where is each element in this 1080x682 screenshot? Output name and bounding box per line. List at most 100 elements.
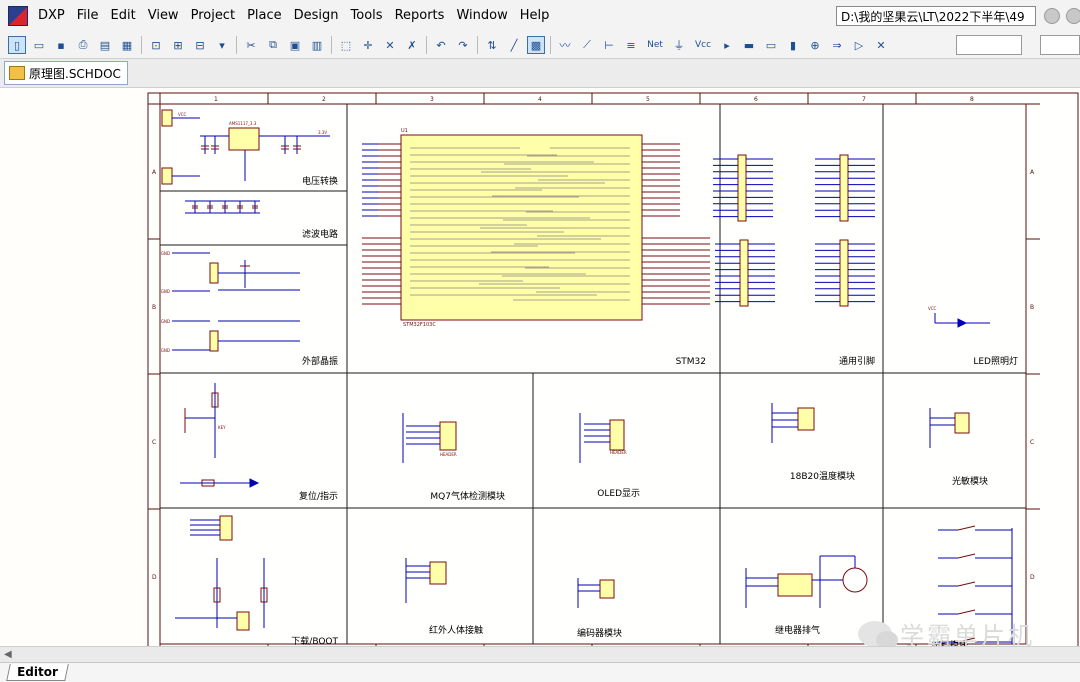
zone-number: 8	[970, 96, 974, 103]
sheet-entry-icon[interactable]: ▭	[762, 36, 780, 54]
browse-library-icon[interactable]: ▩	[527, 36, 545, 54]
menu-project[interactable]: Project	[185, 0, 241, 32]
pir-header	[429, 561, 447, 585]
cut-icon[interactable]: ✂	[242, 36, 260, 54]
bottom-tab-bar: Editor	[0, 662, 1080, 682]
bus-icon[interactable]: ⟋	[578, 36, 596, 54]
zoom-select-icon[interactable]: ⊟	[191, 36, 209, 54]
section-label-oled: OLED显示	[597, 488, 640, 499]
copy-icon[interactable]: ⧉	[264, 36, 282, 54]
gpio-header-3	[839, 239, 849, 307]
clear-filter-icon[interactable]: ✗	[403, 36, 421, 54]
net-label-text-icon[interactable]: Net	[644, 36, 666, 54]
toolbar-separator	[141, 36, 142, 54]
filter-combo[interactable]	[956, 35, 1022, 55]
dxp-logo-icon	[8, 6, 28, 26]
toolbar-separator	[331, 36, 332, 54]
vcc-port-icon[interactable]: Vcc	[692, 36, 714, 54]
oled-header-label: HEADER	[610, 450, 627, 455]
mq7-header-label: HEADER	[440, 452, 457, 457]
wire-icon[interactable]: 〰	[556, 36, 574, 54]
move-icon[interactable]: ✛	[359, 36, 377, 54]
zoom-fit-icon[interactable]: ⊡	[147, 36, 165, 54]
place-part-icon[interactable]: ▸	[718, 36, 736, 54]
paste-icon[interactable]: ▣	[286, 36, 304, 54]
undo-icon[interactable]: ↶	[432, 36, 450, 54]
sheet-symbol-icon[interactable]: ▬	[740, 36, 758, 54]
print-icon[interactable]: ⎙	[74, 36, 92, 54]
zoom-combo[interactable]	[1040, 35, 1080, 55]
menu-edit[interactable]: Edit	[105, 0, 142, 32]
gnd-port-icon[interactable]: ⏚	[670, 36, 688, 54]
menu-place[interactable]: Place	[241, 0, 288, 32]
tab-schematic-doc[interactable]: 原理图.SCHDOC	[4, 61, 128, 85]
print-preview-icon[interactable]: ▤	[96, 36, 114, 54]
schematic-doc-icon	[9, 66, 25, 80]
scroll-left-icon[interactable]: ◀	[4, 649, 12, 660]
menu-help[interactable]: Help	[514, 0, 556, 32]
gnd-label: GND	[161, 348, 170, 353]
download-header	[219, 515, 233, 541]
new-doc-icon[interactable]: ▯	[8, 36, 26, 54]
off-sheet-icon[interactable]: ▷	[850, 36, 868, 54]
menu-design[interactable]: Design	[288, 0, 345, 32]
toolbar-separator	[236, 36, 237, 54]
v33-label: 3.3V	[318, 130, 327, 135]
hierarchy-icon[interactable]: ⇅	[483, 36, 501, 54]
section-label-crystal: 外部晶振	[302, 355, 338, 367]
menu-window[interactable]: Window	[450, 0, 513, 32]
toolbar: ▯ ▭ ▪ ⎙ ▤ ▦ ⊡ ⊞ ⊟ ▾ ✂ ⧉ ▣ ▥ ⬚ ✛ ✕ ✗ ↶ ↷ ⇅ ╱ ▩ 〰 ⟋ ⊢ ≡ Net ⏚ Vcc ▸ ▬ ▭ ▮ ⊕ ⇒…	[0, 32, 1080, 59]
boot-switch	[236, 611, 250, 631]
schematic-canvas[interactable]: 1 2 3 4 5 6 7 8 A A B B C C D D 电压转换 滤波电路 外部晶振 STM32 通用引脚 LED…	[0, 88, 1080, 646]
deselect-icon[interactable]: ✕	[381, 36, 399, 54]
report-icon[interactable]: ▦	[118, 36, 136, 54]
open-folder-icon[interactable]: ▭	[30, 36, 48, 54]
forward-icon[interactable]	[1066, 8, 1080, 24]
zone-letter: D	[1030, 574, 1035, 581]
section-label-pir: 红外人体接触	[429, 624, 483, 636]
cross-probe-icon[interactable]: ╱	[505, 36, 523, 54]
menu-reports[interactable]: Reports	[389, 0, 451, 32]
section-label-led: LED照明灯	[973, 356, 1018, 367]
redo-icon[interactable]: ↷	[454, 36, 472, 54]
section-label-ds18b20: 18B20温度模块	[790, 470, 855, 482]
section-label-power: 电压转换	[302, 175, 338, 187]
zone-number: 2	[322, 96, 326, 103]
crystal-body	[209, 262, 219, 284]
zone-letter: C	[152, 439, 156, 446]
port-icon[interactable]: ⇒	[828, 36, 846, 54]
section-label-relay: 继电器排气	[775, 624, 820, 636]
zone-number: 6	[754, 96, 758, 103]
zone-number: 7	[862, 96, 866, 103]
menu-dxp[interactable]: DXP	[32, 0, 71, 32]
save-icon[interactable]: ▪	[52, 36, 70, 54]
back-icon[interactable]	[1044, 8, 1060, 24]
toolbar-separator	[550, 36, 551, 54]
mq7-header	[439, 421, 457, 451]
device-sheet-icon[interactable]: ▮	[784, 36, 802, 54]
select-area-icon[interactable]: ⬚	[337, 36, 355, 54]
tab-editor[interactable]: Editor	[6, 664, 69, 681]
document-path-field[interactable]: D:\我的坚果云\LT\2022下半年\49	[836, 6, 1036, 26]
crystal-body-2	[209, 330, 219, 352]
bus-entry-icon[interactable]: ⊢	[600, 36, 618, 54]
zone-number: 3	[430, 96, 434, 103]
menu-tools[interactable]: Tools	[345, 0, 389, 32]
menu-view[interactable]: View	[142, 0, 185, 32]
zoom-dropdown-icon[interactable]: ▾	[213, 36, 231, 54]
no-erc-icon[interactable]: ✕	[872, 36, 890, 54]
horizontal-scrollbar[interactable]: ◀	[0, 646, 1080, 663]
zone-letter: B	[1030, 304, 1034, 311]
schematic-sheet[interactable]: 1 2 3 4 5 6 7 8A AB BC CD D电压转换滤波电路外部晶振 STM32 通用引脚 LED…	[0, 88, 1080, 646]
power-connector	[161, 109, 173, 127]
harness-icon[interactable]: ⊕	[806, 36, 824, 54]
zone-number: 5	[646, 96, 650, 103]
section-label-mcu: STM32	[676, 357, 706, 367]
zoom-area-icon[interactable]: ⊞	[169, 36, 187, 54]
net-label-icon[interactable]: ≡	[622, 36, 640, 54]
rubber-stamp-icon[interactable]: ▥	[308, 36, 326, 54]
gnd-label: GND	[161, 251, 170, 256]
menu-file[interactable]: File	[71, 0, 105, 32]
gnd-label: GND	[161, 319, 170, 324]
gpio-header-0	[737, 154, 747, 222]
